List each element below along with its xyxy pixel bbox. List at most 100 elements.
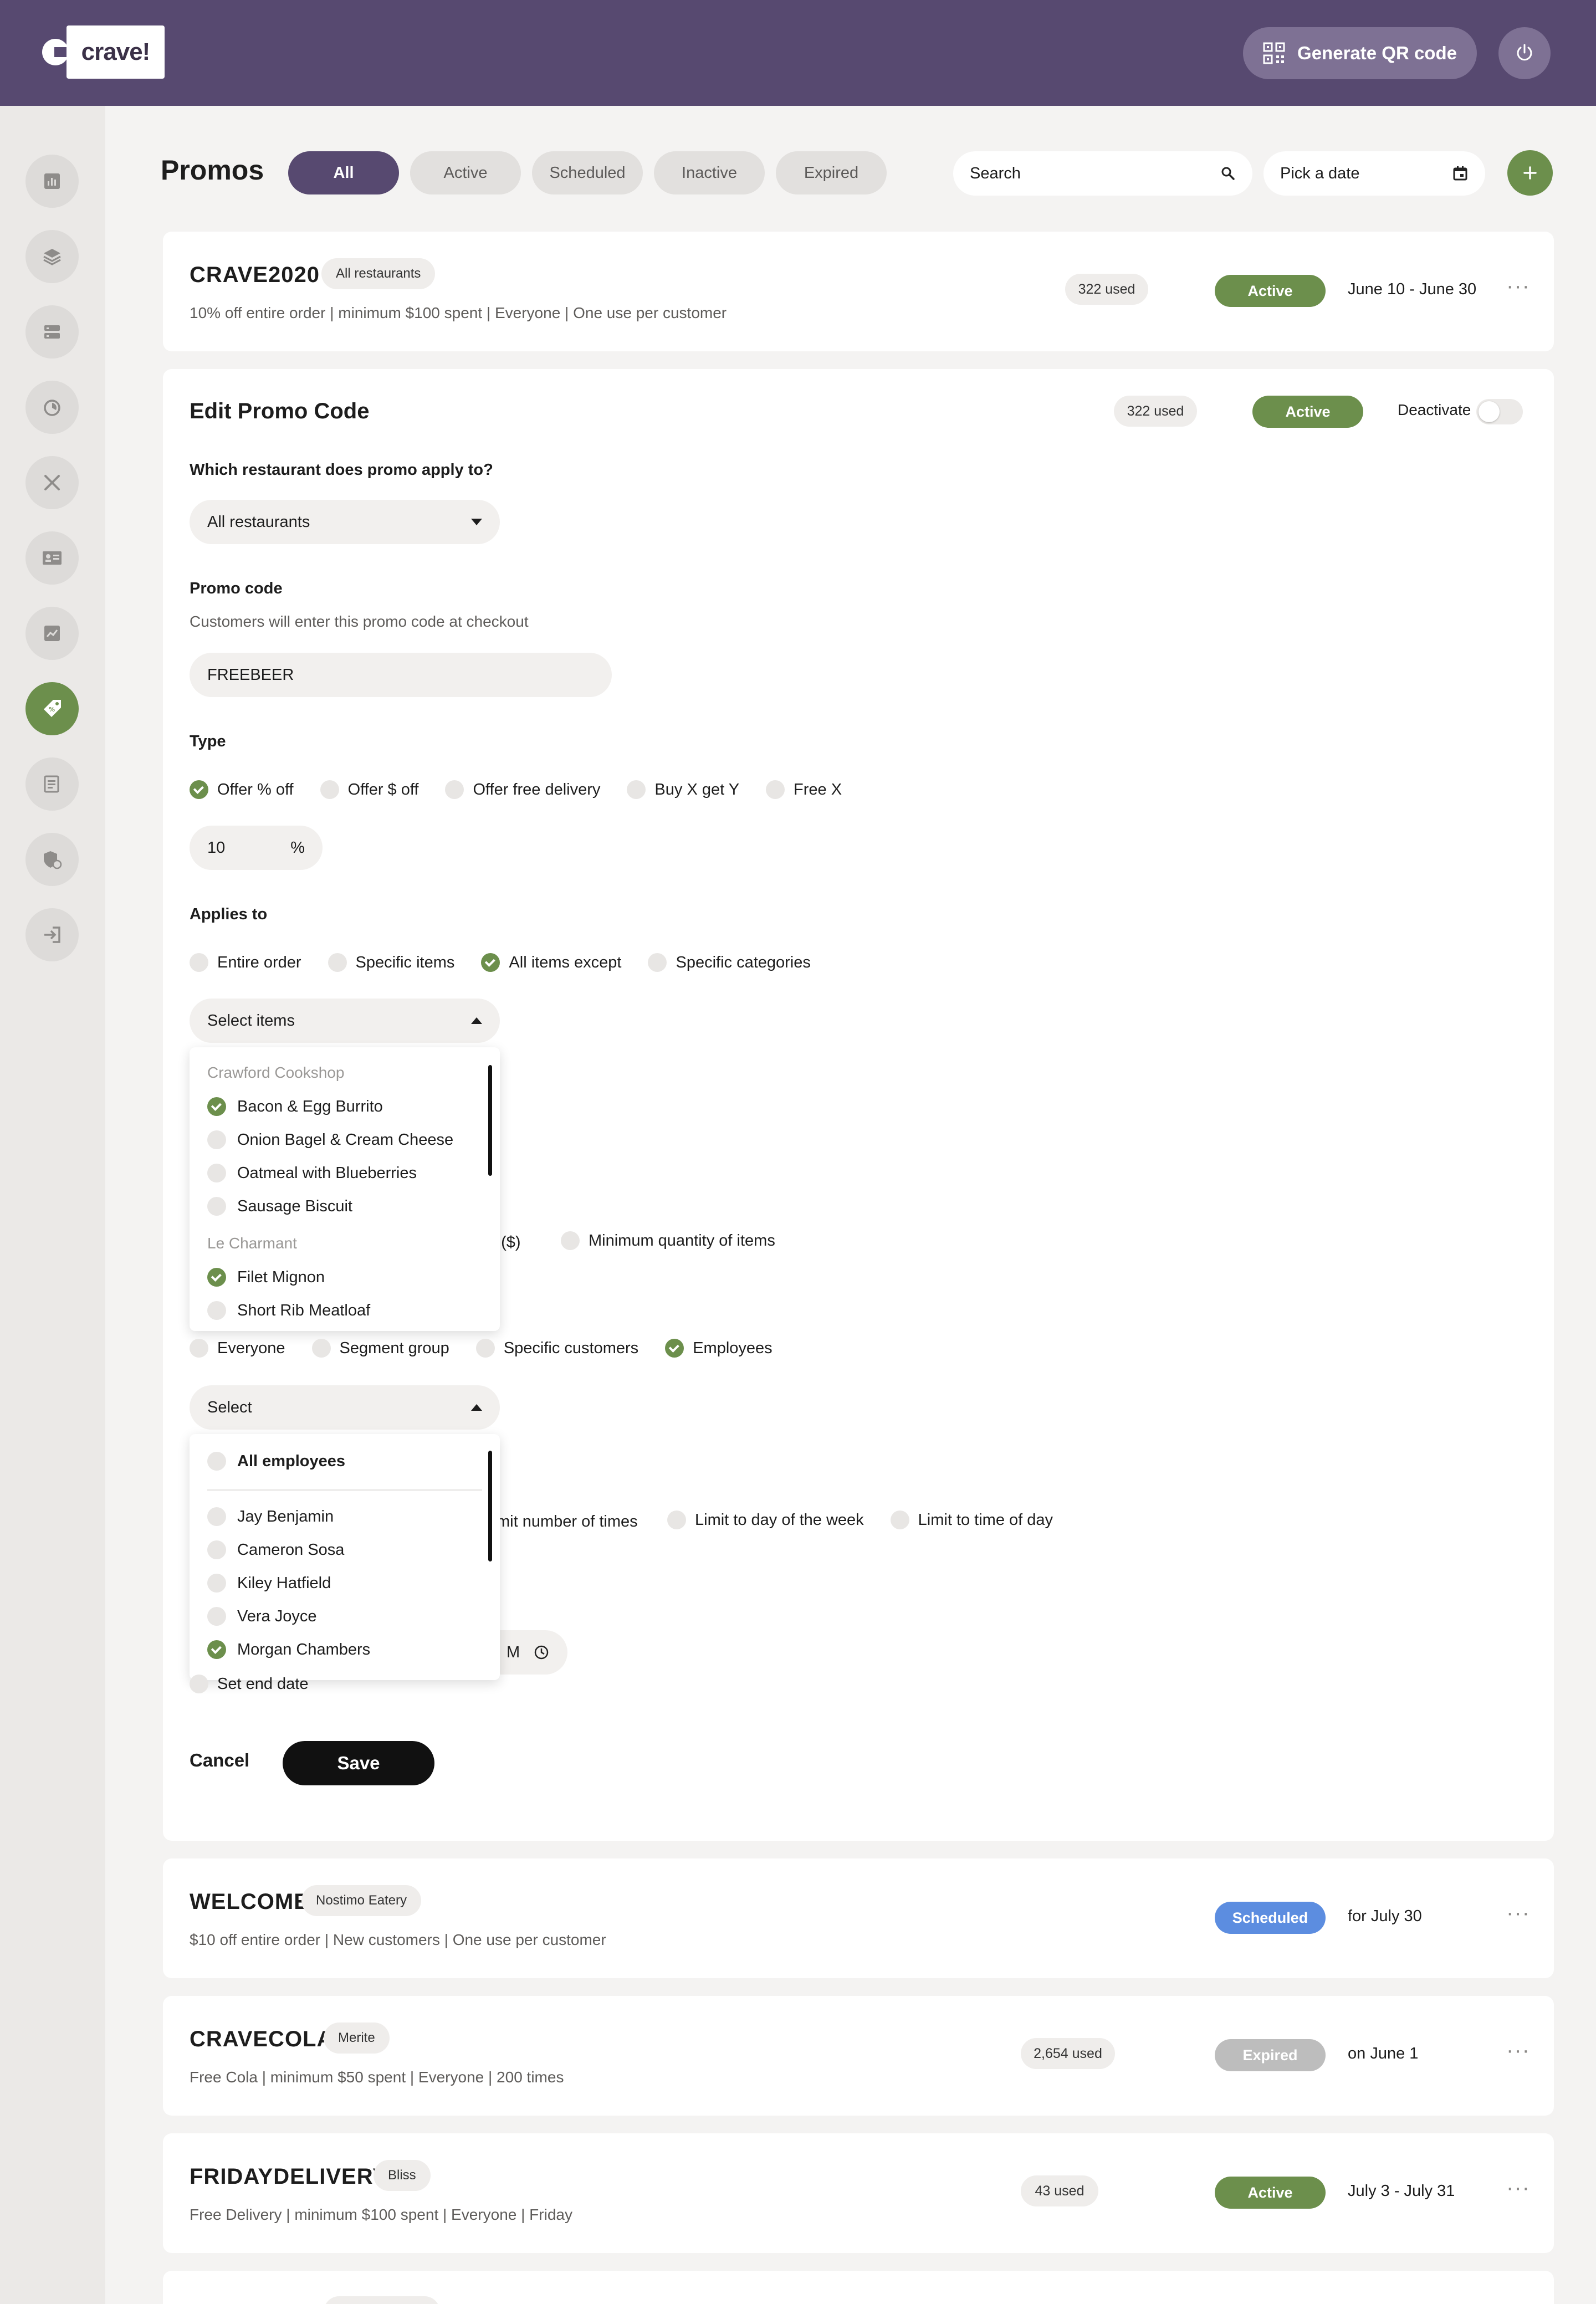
- type-option-buy-x-get-y[interactable]: Buy X get Y: [627, 780, 739, 799]
- item-label: Short Rib Meatloaf: [237, 1301, 371, 1319]
- contact-card-icon[interactable]: [25, 531, 79, 585]
- date-range: for July 30: [1348, 1907, 1422, 1925]
- divider: [207, 1489, 482, 1491]
- checkbox-checked-icon: [207, 1268, 226, 1287]
- save-button[interactable]: Save: [283, 1741, 434, 1785]
- type-option-percent-off[interactable]: Offer % off: [190, 780, 294, 799]
- filter-tab-inactive[interactable]: Inactive: [654, 151, 765, 194]
- logout-icon[interactable]: [25, 908, 79, 961]
- applies-option-specific-categories[interactable]: Specific categories: [648, 953, 811, 972]
- cancel-button[interactable]: Cancel: [190, 1750, 249, 1771]
- radio-label: Specific customers: [503, 1339, 639, 1357]
- add-promo-button[interactable]: [1507, 150, 1553, 196]
- customer-option-everyone[interactable]: Everyone: [190, 1339, 285, 1358]
- restaurant-select[interactable]: All restaurants: [190, 500, 500, 544]
- promo-card-partial[interactable]: [163, 2271, 1554, 2304]
- menu-item-bacon-egg-burrito[interactable]: Bacon & Egg Burrito: [207, 1097, 383, 1116]
- menu-item-morgan-chambers[interactable]: Morgan Chambers: [207, 1640, 370, 1659]
- date-picker[interactable]: Pick a date: [1264, 151, 1485, 196]
- customer-options: Everyone Segment group Specific customer…: [190, 1339, 799, 1358]
- limit-option-time-of-day[interactable]: Limit to time of day: [890, 1511, 1053, 1529]
- layers-icon[interactable]: [25, 230, 79, 283]
- scrollbar[interactable]: [488, 1451, 492, 1561]
- customer-option-segment-group[interactable]: Segment group: [311, 1339, 449, 1358]
- filter-tab-scheduled[interactable]: Scheduled: [532, 151, 643, 194]
- customer-option-specific-customers[interactable]: Specific customers: [475, 1339, 639, 1358]
- generate-qr-button[interactable]: Generate QR code: [1243, 27, 1477, 79]
- menu-item-onion-bagel[interactable]: Onion Bagel & Cream Cheese: [207, 1130, 453, 1149]
- more-options-icon[interactable]: ···: [1506, 2039, 1530, 2061]
- applies-option-entire-order[interactable]: Entire order: [190, 953, 301, 972]
- reports-icon[interactable]: [25, 757, 79, 811]
- radio-label: Offer free delivery: [473, 780, 601, 798]
- limit-option-day-of-week[interactable]: Limit to day of the week: [667, 1511, 864, 1529]
- radio-label: Everyone: [217, 1339, 285, 1357]
- type-option-dollar-off[interactable]: Offer $ off: [320, 780, 419, 799]
- requirement-option-min-quantity[interactable]: Minimum quantity of items: [561, 1231, 775, 1250]
- search-input[interactable]: Search: [953, 151, 1252, 196]
- checkbox-icon: [207, 1301, 226, 1320]
- radio-label: Limit to time of day: [918, 1511, 1053, 1529]
- set-end-date-checkbox[interactable]: Set end date: [190, 1675, 308, 1693]
- menu-item-cameron-sosa[interactable]: Cameron Sosa: [207, 1540, 344, 1559]
- more-options-icon[interactable]: ···: [1506, 1902, 1530, 1924]
- menu-item-oatmeal[interactable]: Oatmeal with Blueberries: [207, 1164, 417, 1182]
- customer-option-employees[interactable]: Employees: [665, 1339, 773, 1358]
- filter-tab-all[interactable]: All: [288, 151, 399, 194]
- group-crawford-cookshop: Crawford Cookshop: [207, 1064, 345, 1081]
- promo-code-help: Customers will enter this promo code at …: [190, 613, 529, 630]
- power-button[interactable]: [1498, 27, 1551, 79]
- menu-item-filet-mignon[interactable]: Filet Mignon: [207, 1268, 325, 1287]
- item-label: Vera Joyce: [237, 1607, 317, 1625]
- promo-code-input[interactable]: FREEBEER: [190, 653, 612, 697]
- restaurant-tag: Bliss: [374, 2160, 431, 2191]
- promo-card-crave2020[interactable]: CRAVE2020 All restaurants 10% off entire…: [163, 232, 1554, 351]
- edit-title: Edit Promo Code: [190, 399, 370, 423]
- applies-option-specific-items[interactable]: Specific items: [328, 953, 454, 972]
- select-items-dropdown[interactable]: Select items: [190, 999, 500, 1043]
- security-icon[interactable]: [25, 833, 79, 886]
- analytics-icon[interactable]: [25, 607, 79, 660]
- more-options-icon[interactable]: ···: [1506, 2177, 1530, 2199]
- menu-item-short-rib-meatloaf[interactable]: Short Rib Meatloaf: [207, 1301, 370, 1320]
- menu-tools-icon[interactable]: [25, 456, 79, 509]
- filter-tab-active[interactable]: Active: [410, 151, 521, 194]
- deactivate-toggle[interactable]: [1476, 399, 1523, 424]
- scrollbar[interactable]: [488, 1065, 492, 1176]
- qr-code-icon: [1263, 42, 1285, 64]
- radio-icon: [311, 1339, 331, 1358]
- employee-menu: All employees Jay Benjamin Cameron Sosa …: [190, 1434, 500, 1680]
- promo-card-cravecola[interactable]: CRAVECOLA Merite Free Cola | minimum $50…: [163, 1996, 1554, 2116]
- radio-label: Specific categories: [676, 953, 811, 971]
- percent-input[interactable]: 10 %: [190, 826, 323, 870]
- promo-card-welcome[interactable]: WELCOME Nostimo Eatery $10 off entire or…: [163, 1858, 1554, 1978]
- more-options-icon[interactable]: ···: [1506, 275, 1530, 297]
- crave-logo[interactable]: crave!: [42, 25, 165, 79]
- item-label: Morgan Chambers: [237, 1640, 371, 1658]
- type-option-free-delivery[interactable]: Offer free delivery: [445, 780, 600, 799]
- filter-tab-expired[interactable]: Expired: [776, 151, 887, 194]
- applies-option-all-items-except[interactable]: All items except: [481, 953, 621, 972]
- dashboard-icon[interactable]: [25, 155, 79, 208]
- menu-item-kiley-hatfield[interactable]: Kiley Hatfield: [207, 1574, 331, 1593]
- menu-item-all-employees[interactable]: All employees: [207, 1452, 345, 1471]
- menu-item-sausage-biscuit[interactable]: Sausage Biscuit: [207, 1197, 352, 1216]
- timer-icon[interactable]: [25, 381, 79, 434]
- promo-card-fridaydelivery[interactable]: FRIDAYDELIVERY Bliss Free Delivery | min…: [163, 2133, 1554, 2253]
- menu-item-jay-benjamin[interactable]: Jay Benjamin: [207, 1507, 334, 1526]
- radio-label: Offer $ off: [347, 780, 419, 798]
- radio-checked-icon: [190, 780, 208, 799]
- search-icon: [1221, 167, 1235, 180]
- type-option-free-x[interactable]: Free X: [766, 780, 842, 799]
- employee-select[interactable]: Select: [190, 1385, 500, 1430]
- promos-tag-icon[interactable]: %: [25, 682, 79, 735]
- limit-option-partial[interactable]: mit number of times: [497, 1513, 638, 1531]
- logo-text: crave!: [66, 25, 165, 79]
- storage-icon[interactable]: [25, 305, 79, 359]
- promo-code: CRAVECOLA: [190, 2027, 334, 2051]
- checkbox-icon: [207, 1452, 226, 1471]
- chevron-down-icon: [471, 519, 482, 525]
- item-label: Bacon & Egg Burrito: [237, 1097, 383, 1115]
- select-items-label: Select items: [207, 1011, 295, 1030]
- menu-item-vera-joyce[interactable]: Vera Joyce: [207, 1607, 316, 1626]
